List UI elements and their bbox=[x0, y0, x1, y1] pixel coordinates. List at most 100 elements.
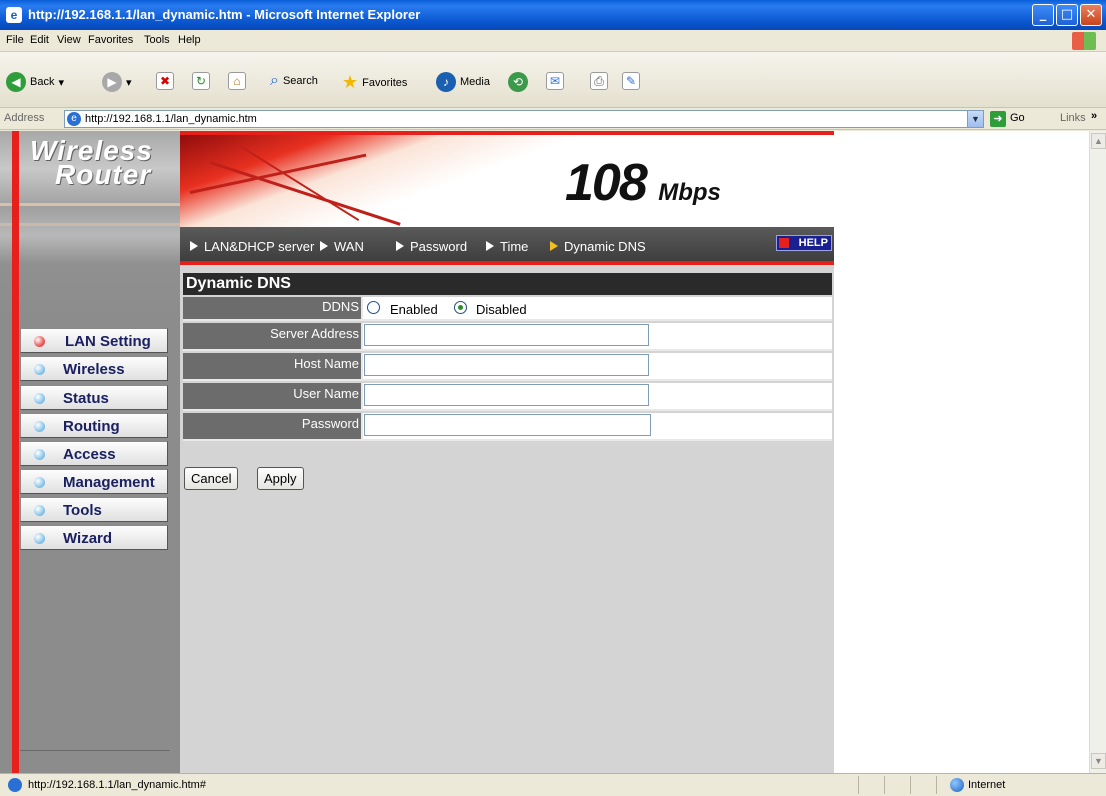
forward-button[interactable]: ▶ ▾ bbox=[102, 72, 132, 92]
sidebar-item-management[interactable]: Management bbox=[20, 469, 168, 494]
tab-label: LAN&DHCP server bbox=[204, 239, 315, 254]
ie-page-icon: e bbox=[6, 7, 22, 23]
host-name-row: Host Name bbox=[183, 353, 832, 381]
speed-logo: 108 Mbps bbox=[565, 153, 721, 213]
go-arrow-icon[interactable]: ➜ bbox=[990, 111, 1006, 127]
go-button[interactable]: Go bbox=[1010, 112, 1025, 124]
search-button[interactable]: ⌕ Search bbox=[270, 72, 318, 90]
sidebar-item-lan-setting[interactable]: LAN Setting bbox=[20, 328, 168, 353]
tab-time[interactable]: Time bbox=[486, 239, 528, 254]
triangle-icon bbox=[396, 241, 404, 251]
sidebar-item-label: Tools bbox=[63, 502, 102, 519]
server-address-row: Server Address bbox=[183, 323, 832, 351]
section-title: Dynamic DNS bbox=[183, 273, 832, 295]
security-zone: Internet bbox=[968, 779, 1006, 791]
favorites-label: Favorites bbox=[362, 76, 408, 89]
brand-stripe bbox=[0, 203, 180, 206]
scroll-down-icon[interactable]: ▼ bbox=[1091, 753, 1106, 769]
scroll-up-icon[interactable]: ▲ bbox=[1091, 133, 1106, 149]
ie-page-icon bbox=[8, 778, 22, 792]
address-label: Address bbox=[4, 112, 45, 124]
host-name-input[interactable] bbox=[364, 354, 649, 376]
status-divider bbox=[858, 776, 859, 794]
menu-view[interactable]: View bbox=[57, 34, 81, 46]
close-button[interactable]: ✕ bbox=[1080, 4, 1102, 26]
home-icon[interactable]: ⌂ bbox=[228, 72, 246, 90]
bullet-icon bbox=[34, 364, 45, 375]
sidebar-item-wireless[interactable]: Wireless bbox=[20, 356, 168, 381]
sub-navigation: LAN&DHCP server WAN Password Time Dynami… bbox=[180, 227, 834, 265]
back-button[interactable]: ◀ Back ▾ bbox=[6, 72, 64, 92]
cancel-button[interactable]: Cancel bbox=[184, 467, 239, 490]
favorites-button[interactable]: ★ Favorites bbox=[342, 72, 407, 93]
status-divider bbox=[910, 776, 911, 794]
ddns-disabled-radio[interactable] bbox=[454, 301, 467, 314]
menu-favorites[interactable]: Favorites bbox=[88, 34, 133, 46]
apply-button[interactable]: Apply bbox=[257, 467, 304, 490]
address-input[interactable]: e http://192.168.1.1/lan_dynamic.htm ▼ bbox=[64, 110, 984, 128]
links-label[interactable]: Links bbox=[1060, 112, 1086, 124]
media-button[interactable]: ♪ Media bbox=[436, 72, 490, 92]
menu-tools[interactable]: Tools bbox=[144, 34, 170, 46]
sidebar-item-label: Wireless bbox=[63, 361, 125, 378]
left-red-bar bbox=[12, 131, 19, 773]
header-banner: 108 Mbps bbox=[180, 131, 834, 227]
host-name-cell bbox=[361, 353, 832, 379]
ddns-disabled-label: Disabled bbox=[476, 302, 527, 317]
page-viewport: Wireless Router LAN Setting Wireless Sta… bbox=[0, 131, 1106, 773]
ddns-options: Enabled Disabled bbox=[361, 297, 832, 319]
history-icon[interactable]: ⟲ bbox=[508, 72, 528, 92]
brand-stripe bbox=[0, 223, 180, 226]
minimize-button[interactable]: _ bbox=[1032, 4, 1054, 26]
triangle-icon bbox=[190, 241, 198, 251]
tab-label: WAN bbox=[334, 239, 364, 254]
vertical-scrollbar[interactable]: ▲ ▼ bbox=[1089, 131, 1106, 773]
maximize-button[interactable]: □ bbox=[1056, 4, 1078, 26]
ddns-enabled-radio[interactable] bbox=[367, 301, 380, 314]
menu-help[interactable]: Help bbox=[178, 34, 201, 46]
ie-page-icon: e bbox=[67, 112, 81, 126]
window-title: http://192.168.1.1/lan_dynamic.htm - Mic… bbox=[28, 7, 421, 22]
mail-icon[interactable]: ✉ bbox=[546, 72, 564, 90]
tab-dynamic-dns[interactable]: Dynamic DNS bbox=[550, 239, 646, 254]
sidebar-item-routing[interactable]: Routing bbox=[20, 413, 168, 438]
server-address-input[interactable] bbox=[364, 324, 649, 346]
tab-label: Password bbox=[410, 239, 468, 254]
search-label: Search bbox=[282, 75, 318, 87]
tab-wan[interactable]: WAN bbox=[320, 239, 364, 254]
user-name-input[interactable] bbox=[364, 384, 649, 406]
forward-arrow-icon: ▶ bbox=[102, 72, 122, 92]
sidebar-item-label: Wizard bbox=[63, 530, 113, 547]
status-text: http://192.168.1.1/lan_dynamic.htm# bbox=[28, 779, 206, 791]
chevron-right-icon[interactable]: » bbox=[1091, 110, 1097, 122]
speed-value: 108 bbox=[565, 154, 648, 212]
print-icon[interactable]: ⎙ bbox=[590, 72, 608, 90]
sidebar-item-status[interactable]: Status bbox=[20, 385, 168, 410]
refresh-icon[interactable]: ↻ bbox=[192, 72, 210, 90]
user-name-label: User Name bbox=[183, 383, 361, 409]
sidebar-item-tools[interactable]: Tools bbox=[20, 497, 168, 522]
address-dropdown-icon[interactable]: ▼ bbox=[967, 111, 983, 127]
bullet-icon bbox=[34, 336, 45, 347]
tab-password[interactable]: Password bbox=[396, 239, 467, 254]
bullet-icon bbox=[34, 477, 45, 488]
triangle-icon bbox=[486, 241, 494, 251]
help-button[interactable]: HELP bbox=[776, 235, 832, 251]
internet-globe-icon bbox=[950, 778, 964, 792]
brand-logo: Wireless Router bbox=[0, 131, 180, 321]
forward-dropdown-icon: ▾ bbox=[126, 76, 132, 89]
sidebar-item-label: Access bbox=[63, 446, 116, 463]
menu-file[interactable]: File bbox=[6, 34, 24, 46]
tab-lan-dhcp-server[interactable]: LAN&DHCP server bbox=[190, 239, 314, 254]
status-divider bbox=[884, 776, 885, 794]
sidebar-item-wizard[interactable]: Wizard bbox=[20, 525, 168, 550]
tab-label: Time bbox=[500, 239, 529, 254]
banner-streak bbox=[189, 153, 367, 194]
bullet-icon bbox=[34, 421, 45, 432]
address-url: http://192.168.1.1/lan_dynamic.htm bbox=[85, 113, 257, 125]
edit-icon[interactable]: ✎ bbox=[622, 72, 640, 90]
menu-edit[interactable]: Edit bbox=[30, 34, 49, 46]
stop-icon[interactable]: ✖ bbox=[156, 72, 174, 90]
password-input[interactable] bbox=[364, 414, 651, 436]
sidebar-item-access[interactable]: Access bbox=[20, 441, 168, 466]
